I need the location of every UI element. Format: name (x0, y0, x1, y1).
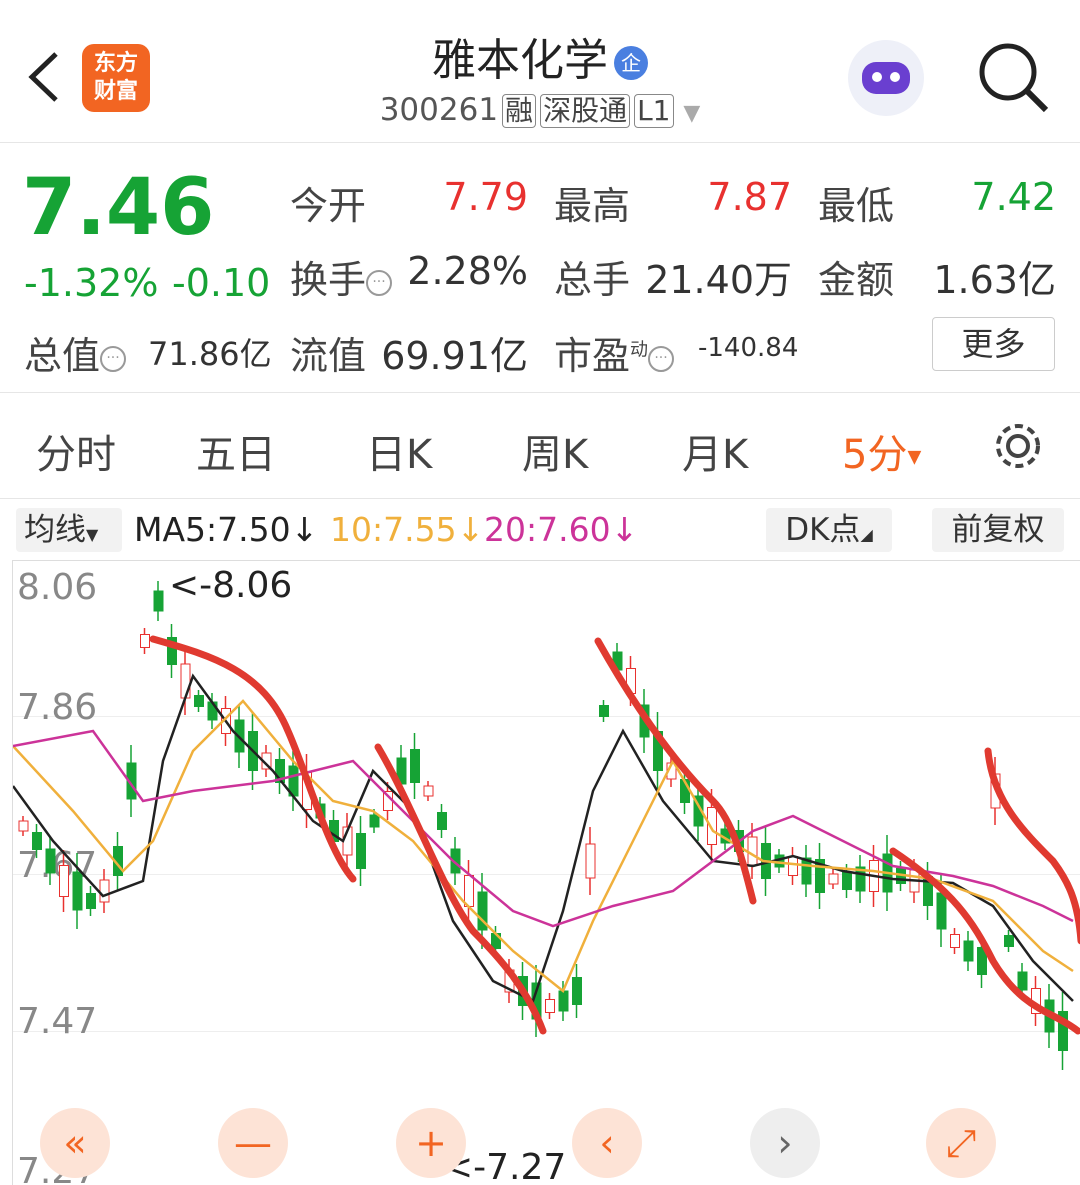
volume-value: 21.40万 (645, 258, 792, 302)
candle (153, 590, 164, 612)
candle (356, 833, 366, 869)
zoom-out-icon[interactable]: — (218, 1108, 288, 1178)
kline-svg (13, 581, 1080, 1070)
candle (558, 990, 569, 1012)
current-price: 7.46 (22, 163, 215, 253)
candle (842, 872, 852, 890)
candle (464, 875, 474, 907)
candle (936, 892, 947, 930)
open-value: 7.79 (443, 175, 528, 219)
high-value: 7.87 (707, 175, 792, 219)
ma5-value: MA5:7.50↓ (134, 510, 319, 549)
turnover-label: 换手 ··· (290, 249, 393, 304)
scroll-right-icon[interactable]: › (750, 1108, 820, 1178)
kline-chart[interactable]: 8.06 7.86 7.67 7.47 7.27 <-8.06 <-7.27 (12, 560, 1080, 1185)
ma10-line (13, 699, 1074, 994)
header: 东方 财富 雅本化学企 300261 融深股通 L1 ▼ (0, 0, 1080, 143)
float-value: 69.91亿 (381, 334, 528, 378)
high-label: 最高 (554, 184, 631, 228)
turnover-value: 2.28% (407, 249, 528, 293)
quote-panel: 7.46 -1.32% -0.10 总值 ··· 71.86亿 今开 7.79 最… (0, 143, 1080, 393)
tab-week-k[interactable]: 周K (522, 422, 588, 480)
hand-drawn-annotations (149, 635, 1080, 1035)
low-label: 最低 (818, 184, 895, 228)
candle (59, 865, 69, 897)
candle (32, 832, 42, 850)
settings-gear-icon[interactable] (992, 420, 1044, 472)
tab-5min[interactable]: 5分▼ (842, 422, 921, 480)
candle (369, 814, 380, 828)
ma10-value: 10:7.55↓ (330, 510, 485, 549)
candle (437, 812, 447, 830)
candle (45, 848, 56, 874)
candle (788, 856, 798, 876)
open-label: 今开 (290, 184, 367, 228)
tab-five-day[interactable]: 五日 (196, 422, 276, 480)
fullscreen-icon[interactable]: ⤢ (926, 1108, 996, 1178)
dk-point-button[interactable]: DK点◢ (766, 508, 892, 552)
candle (180, 663, 191, 699)
candle (99, 879, 110, 903)
scroll-left-fast-icon[interactable]: « (40, 1108, 110, 1178)
candle (572, 977, 582, 1005)
candle (194, 695, 204, 707)
more-button[interactable]: 更多 (932, 317, 1055, 371)
candle (545, 999, 555, 1013)
candle (1017, 971, 1028, 991)
search-icon[interactable] (976, 40, 1050, 114)
candle (828, 873, 839, 885)
scroll-left-icon[interactable]: ‹ (572, 1108, 642, 1178)
candle (963, 940, 974, 962)
amount-value: 1.63亿 (933, 258, 1056, 302)
pe-value: -140.84 (698, 333, 799, 363)
candle (950, 934, 960, 948)
candle (585, 843, 596, 879)
mktcap-value: 71.86亿 (148, 335, 272, 373)
tab-intraday[interactable]: 分时 (36, 422, 116, 480)
candle (72, 871, 83, 911)
candle (140, 634, 150, 648)
volume-label: 总手 (554, 258, 631, 302)
float-label: 流值 (290, 334, 367, 378)
candle (410, 749, 420, 783)
candle (86, 893, 96, 909)
candle (1004, 935, 1014, 947)
zoom-in-icon[interactable]: + (396, 1108, 466, 1178)
tab-day-k[interactable]: 日K (366, 422, 432, 480)
candle (747, 836, 758, 866)
candle (18, 820, 29, 832)
low-value: 7.42 (971, 175, 1056, 219)
pe-label: 市盈动 ··· (554, 325, 675, 380)
period-tabs: 分时 五日 日K 周K 月K 5分▼ (0, 394, 1080, 499)
mktcap-label: 总值 ··· (24, 325, 127, 380)
candle (599, 705, 609, 717)
adjust-button[interactable]: 前复权 (932, 508, 1064, 552)
amount-label: 金额 (818, 258, 895, 302)
change-pct: -1.32% (24, 261, 159, 305)
ma20-value: 20:7.60↓ (484, 510, 639, 549)
tab-month-k[interactable]: 月K (682, 422, 748, 480)
ma5-line (13, 673, 1074, 1003)
ma-bar: 均线▼ MA5:7.50↓ 10:7.55↓ 20:7.60↓ DK点◢ 前复权 (0, 500, 1080, 560)
change-amt: -0.10 (172, 261, 271, 305)
dropdown-icon: ▼ (683, 101, 701, 126)
enterprise-badge: 企 (614, 46, 648, 80)
ma-selector[interactable]: 均线▼ (16, 508, 122, 552)
candle (423, 785, 434, 797)
robot-avatar-icon[interactable] (848, 40, 924, 116)
